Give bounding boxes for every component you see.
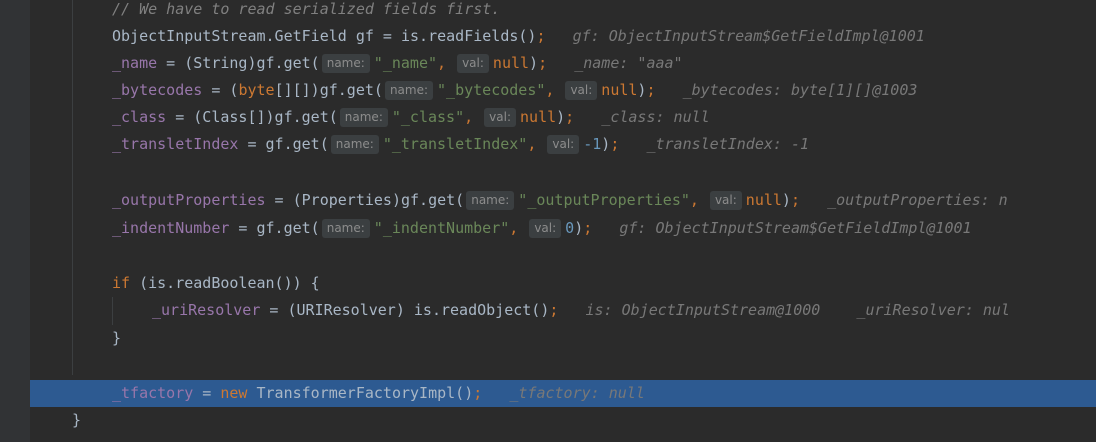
- field-name: _transletIndex: [112, 135, 239, 153]
- code-line-if[interactable]: if (is.readBoolean()) {: [0, 270, 1096, 297]
- param-hint-val: val:: [565, 81, 598, 100]
- debug-inline-value: gf: ObjectInputStream$GetFieldImpl@1001: [619, 219, 972, 237]
- debug-inline-value: _tfactory: null: [509, 384, 645, 402]
- debug-inline-value: _class: null: [601, 108, 710, 126]
- code-text: TransformerFactoryImpl(): [247, 384, 474, 402]
- code-editor[interactable]: // We have to read serialized fields fir…: [0, 0, 1096, 442]
- literal-value: -1: [583, 135, 602, 153]
- close-paren: ): [601, 135, 611, 153]
- param-hint-val: val:: [709, 191, 742, 210]
- param-hint-name: name:: [321, 54, 370, 73]
- code-line-close-if[interactable]: }: [0, 325, 1096, 352]
- code-text: = (URIResolver) is.readObject(): [260, 301, 550, 319]
- debug-inline-value: _name: "aaa": [574, 54, 683, 72]
- string-literal: "_class": [391, 108, 465, 126]
- param-hint-val: val:: [457, 54, 489, 73]
- param-hint-name: name:: [330, 135, 379, 154]
- code-line-output-properties[interactable]: _outputProperties = (Properties)gf.get(n…: [0, 187, 1096, 214]
- field-name: _bytecodes: [112, 81, 203, 99]
- string-literal: "_bytecodes": [437, 81, 546, 99]
- string-literal: "_name": [373, 54, 438, 72]
- semicolon: ;: [583, 219, 593, 237]
- code-line-close-method[interactable]: }: [0, 407, 1096, 434]
- semicolon: ;: [536, 27, 546, 45]
- code-text: = (Properties)gf.get(: [265, 191, 465, 209]
- debug-inline-value: _uriResolver: nul: [856, 301, 1010, 319]
- literal-value: null: [745, 191, 782, 209]
- closing-brace: }: [72, 411, 82, 429]
- debug-inline-value: _bytecodes: byte[1][]@1003: [682, 81, 918, 99]
- type-name: ObjectInputStream.GetField: [112, 27, 347, 45]
- code-line-translet-index[interactable]: _transletIndex = gf.get(name: "_transletI…: [0, 131, 1096, 158]
- keyword: byte: [238, 81, 275, 99]
- literal-value: null: [520, 108, 557, 126]
- code-text: gf = is.readFields(): [346, 27, 537, 45]
- comma: ,: [509, 219, 519, 237]
- comma: ,: [527, 135, 537, 153]
- code-line-uri-resolver[interactable]: _uriResolver = (URIResolver) is.readObje…: [0, 297, 1096, 324]
- field-name: _uriResolver: [152, 301, 261, 319]
- code-text: =: [193, 384, 221, 402]
- debug-inline-value: _transletIndex: -1: [646, 135, 810, 153]
- comma: ,: [437, 54, 447, 72]
- param-hint-name: name:: [321, 219, 370, 238]
- literal-value: null: [601, 81, 638, 99]
- code-text: = gf.get(: [229, 219, 320, 237]
- semicolon: ;: [473, 384, 483, 402]
- field-name: _name: [112, 54, 158, 72]
- comment-text: // We have to read serialized fields fir…: [112, 0, 501, 18]
- debug-inline-value: _outputProperties: n: [827, 191, 1008, 209]
- close-paren: ): [529, 54, 539, 72]
- code-line-indent-number[interactable]: _indentNumber = gf.get(name: "_indentNumb…: [0, 215, 1096, 242]
- code-line-bytecodes[interactable]: _bytecodes = (byte[][])gf.get(name: "_byt…: [0, 77, 1096, 104]
- debug-inline-value: is: ObjectInputStream@1000: [585, 301, 821, 319]
- comma: ,: [464, 108, 474, 126]
- code-text: = (Class[])gf.get(: [166, 108, 338, 126]
- close-paren: ): [781, 191, 791, 209]
- string-literal: "_outputProperties": [518, 191, 690, 209]
- closing-brace: }: [112, 329, 122, 347]
- string-literal: "_indentNumber": [373, 219, 510, 237]
- keyword: new: [220, 384, 248, 402]
- param-hint-val: val:: [529, 219, 562, 238]
- string-literal: "_transletIndex": [382, 135, 528, 153]
- field-name: _indentNumber: [112, 219, 230, 237]
- code-line-read-fields[interactable]: ObjectInputStream.GetField gf = is.readF…: [0, 23, 1096, 50]
- current-execution-line[interactable]: _tfactory = new TransformerFactoryImpl()…: [30, 380, 1096, 407]
- semicolon: ;: [565, 108, 575, 126]
- param-hint-name: name:: [384, 81, 434, 100]
- code-line-comment[interactable]: // We have to read serialized fields fir…: [0, 0, 1096, 23]
- code-line-name[interactable]: _name = (String)gf.get(name: "_name", val…: [0, 50, 1096, 77]
- field-name: _tfactory: [112, 384, 194, 402]
- field-name: _outputProperties: [112, 191, 266, 209]
- param-hint-name: name:: [339, 108, 388, 127]
- literal-value: 0: [565, 219, 575, 237]
- code-line-class[interactable]: _class = (Class[])gf.get(name: "_class", …: [0, 104, 1096, 131]
- field-name: _class: [112, 108, 167, 126]
- code-text: [][])gf.get(: [274, 81, 383, 99]
- code-text: = (String)gf.get(: [157, 54, 320, 72]
- semicolon: ;: [610, 135, 620, 153]
- literal-value: null: [492, 54, 530, 72]
- param-hint-name: name:: [466, 191, 515, 210]
- code-text: (is.readBoolean()) {: [130, 274, 320, 292]
- comma: ,: [689, 191, 699, 209]
- code-text: = (: [202, 81, 239, 99]
- close-paren: ): [556, 108, 566, 126]
- param-hint-val: val:: [484, 108, 517, 127]
- semicolon: ;: [790, 191, 800, 209]
- close-paren: ): [574, 219, 584, 237]
- semicolon: ;: [538, 54, 548, 72]
- debug-inline-value: gf: ObjectInputStream$GetFieldImpl@1001: [572, 27, 925, 45]
- keyword: if: [112, 274, 131, 292]
- code-text: = gf.get(: [238, 135, 329, 153]
- param-hint-val: val:: [547, 135, 580, 154]
